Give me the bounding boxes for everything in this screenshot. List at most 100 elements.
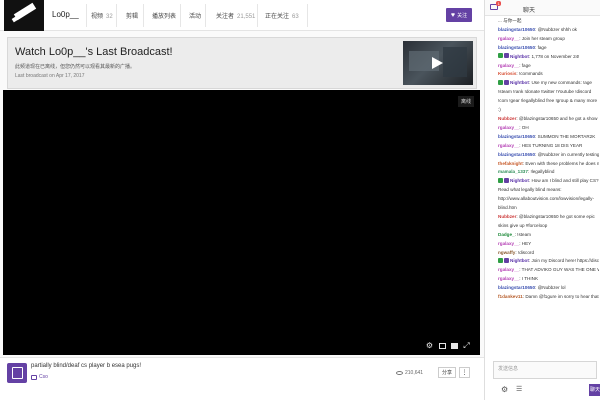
- fullscreen-icon[interactable]: ⤢: [462, 341, 471, 350]
- chat-username[interactable]: Dadge_: [498, 232, 515, 237]
- tab-videos[interactable]: 视频 32: [91, 11, 113, 20]
- chat-message: Nightbot: How am I blind and still play …: [498, 177, 599, 213]
- chat-message: rgalaxy__: OH: [498, 124, 599, 133]
- moderator-badge-icon[interactable]: [498, 257, 503, 263]
- follow-label: 关注: [457, 12, 468, 19]
- chat-username[interactable]: Kuriosis: [498, 71, 516, 76]
- channel-header: Lo0p__ 视频 32 剪辑 播放列表 活动 关注者 21,551 正在关注 63 …: [0, 0, 484, 31]
- chat-username[interactable]: blazingstar10650: [498, 152, 535, 157]
- header-divider: [143, 4, 144, 27]
- chat-username[interactable]: f1dankev11: [498, 294, 523, 299]
- tab-label: 剪辑: [126, 14, 139, 20]
- chat-message: blazingstar10650: @Nubbzer im currently …: [498, 151, 599, 160]
- chat-message: f1dankev11: Damn @f1gure im sorry to hea…: [498, 293, 599, 302]
- tab-clips[interactable]: 剪辑: [126, 11, 138, 20]
- chat-username[interactable]: blazingstar10650: [498, 134, 535, 139]
- chat-title: 聊天: [523, 8, 536, 14]
- chat-send-button[interactable]: 聊天: [589, 384, 600, 396]
- chat-username[interactable]: blazingstar10650: [498, 27, 535, 32]
- chat-message-text: : Even with these problems he does not g…: [522, 160, 599, 166]
- chat-username[interactable]: Nightbot: [510, 54, 529, 59]
- banner-subtitle: 此频道现在已离线，但您仍然可以观看其最新的广播。: [15, 64, 136, 70]
- tab-label: 视频: [91, 14, 104, 20]
- channel-logo[interactable]: [4, 0, 44, 31]
- header-divider: [116, 4, 117, 27]
- chat-message: mamala_1337: !legallyblind: [498, 168, 599, 177]
- chat-message-text: : Join my Discord here! https://discord.…: [528, 258, 599, 264]
- chat-message: rgalaxy__: THAT ADVIKO GUY WAS THE ONE W…: [498, 266, 599, 275]
- channel-name[interactable]: Lo0p__: [52, 10, 79, 19]
- last-broadcast-banner[interactable]: Watch Lo0p__'s Last Broadcast! 此频道现在已离线，…: [7, 37, 477, 89]
- chat-message: Nubbzer: @blazingstar10650 he got some e…: [498, 213, 599, 231]
- chat-username[interactable]: blazingstar10650: [498, 285, 535, 290]
- chat-message-text: : I THINK: [519, 276, 539, 282]
- tab-label: 活动: [189, 14, 202, 20]
- chat-input[interactable]: 发送信息: [493, 361, 597, 379]
- settings-gear-icon[interactable]: ⚙: [425, 341, 434, 350]
- chat-username[interactable]: blazingstar10650: [498, 45, 535, 50]
- play-icon: [432, 57, 443, 69]
- chat-username[interactable]: Nightbot: [510, 80, 529, 85]
- tab-count: 21,551: [237, 14, 256, 20]
- chat-message-text: : HES TURNING 18 DIS YEAR: [519, 142, 583, 148]
- bot-badge-icon[interactable]: [504, 177, 509, 183]
- heart-icon: ♥: [450, 11, 456, 19]
- chat-message-text: : Damn @f1gure im sorry to hear that hop…: [522, 294, 599, 300]
- tab-playlists[interactable]: 播放列表: [152, 11, 176, 20]
- more-options-button[interactable]: ⋮: [459, 367, 470, 378]
- tab-followers[interactable]: 关注者 21,551: [216, 11, 255, 20]
- bot-badge-icon[interactable]: [504, 79, 509, 85]
- chat-message: rgalaxy__: HES TURNING 18 DIS YEAR: [498, 142, 599, 151]
- chat-username[interactable]: Nubbzer: [498, 116, 516, 121]
- chat-settings-gear-icon[interactable]: ⚙: [501, 386, 508, 394]
- chat-username[interactable]: Nightbot: [510, 178, 529, 183]
- chat-message-text: : !commands: [516, 71, 543, 77]
- eye-icon: [396, 371, 403, 375]
- chat-username[interactable]: Nightbot: [510, 258, 529, 263]
- chat-username[interactable]: rgalaxy__: [498, 63, 519, 68]
- chat-username[interactable]: thefaknight: [498, 161, 523, 166]
- bot-badge-icon[interactable]: [504, 257, 509, 263]
- moderator-badge-icon[interactable]: [498, 79, 503, 85]
- chat-message-text: : @Nubbzer lol: [535, 285, 566, 291]
- chat-message-text: : 1,778 on November 24!: [528, 53, 580, 59]
- chat-message-list[interactable]: ... 与你一起 blazingstar10650: @Nubbzer shhh …: [485, 17, 600, 359]
- chat-message-text: : OH: [519, 124, 529, 130]
- chat-username[interactable]: Nubbzer: [498, 214, 516, 219]
- follow-button[interactable]: ♥ 关注: [446, 8, 472, 22]
- chat-username[interactable]: rgalaxy__: [498, 125, 519, 130]
- tab-events[interactable]: 活动: [189, 11, 201, 20]
- broadcast-thumbnail[interactable]: [403, 41, 473, 85]
- channel-avatar-icon[interactable]: [7, 363, 27, 383]
- chat-message: rgalaxy__: I THINK: [498, 275, 599, 284]
- chat-username[interactable]: rgalaxy__: [498, 267, 519, 272]
- video-player[interactable]: 离线 ⚙ ⤢: [3, 90, 480, 355]
- bot-badge-icon[interactable]: [504, 53, 509, 59]
- tab-following[interactable]: 正在关注 63: [265, 11, 299, 20]
- chat-message-text: : THAT ADVIKO GUY WAS THE ONE WHO BULLIE…: [519, 267, 599, 273]
- tab-label: 正在关注: [265, 14, 290, 20]
- chat-message-text: : HEY: [519, 240, 532, 246]
- share-button[interactable]: 分享: [438, 367, 456, 378]
- chat-username[interactable]: rgalaxy__: [498, 143, 519, 148]
- chat-message: blazingstar10650: @Nubbzer lol: [498, 284, 599, 293]
- popout-icon[interactable]: [451, 343, 458, 349]
- viewer-list-icon[interactable]: ☰: [516, 386, 522, 394]
- chat-username[interactable]: rgalaxy__: [498, 276, 519, 281]
- chat-username[interactable]: rgalaxy__: [498, 36, 519, 41]
- moderator-badge-icon[interactable]: [498, 53, 503, 59]
- theater-mode-icon[interactable]: [439, 343, 446, 349]
- chat-username[interactable]: rgalaxy__: [498, 241, 519, 246]
- thumbnail-scene: [443, 47, 467, 77]
- chat-message: Nightbot: Use my new commands: !age !ste…: [498, 79, 599, 115]
- chat-message-text: : !steam: [514, 231, 531, 237]
- stream-info-bar: partially blind/deaf cs player b esea pu…: [0, 357, 484, 400]
- chat-message: ... 与你一起: [498, 17, 599, 26]
- chat-message: Nightbot: 1,778 on November 24!: [498, 53, 599, 62]
- moderator-badge-icon[interactable]: [498, 177, 503, 183]
- chat-username[interactable]: ngwaffy: [498, 250, 515, 255]
- game-link[interactable]: Cso: [31, 374, 48, 380]
- chat-username[interactable]: mamala_1337: [498, 169, 528, 174]
- chat-message: rgalaxy__: fage: [498, 62, 599, 71]
- chat-message: Nubbzer: @blazingstar10650 and he got a …: [498, 115, 599, 124]
